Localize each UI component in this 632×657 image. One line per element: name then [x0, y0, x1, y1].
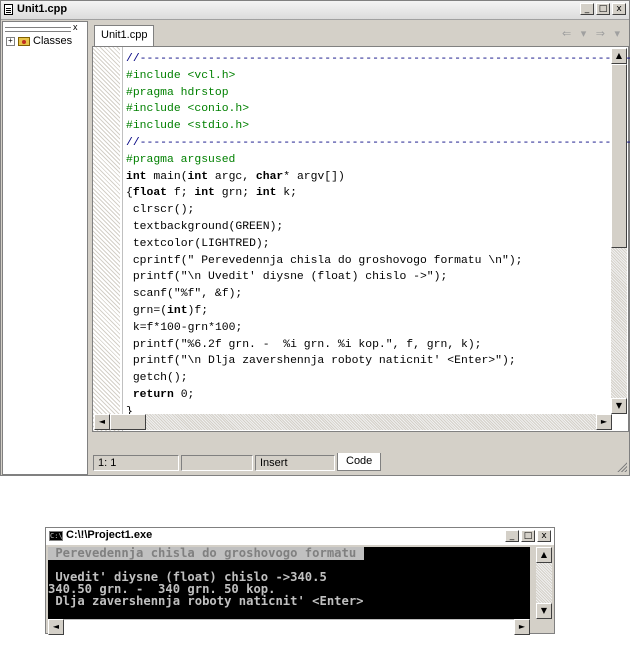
close-button[interactable]: x: [612, 3, 626, 15]
scroll-right-button[interactable]: ►: [596, 414, 612, 430]
ide-window-controls: _ □ x: [580, 3, 626, 15]
code-line[interactable]: clrscr();: [126, 202, 632, 219]
console-line: Dlja zavershennja roboty naticnit' <Ente…: [48, 594, 364, 608]
code-line[interactable]: {float f; int grn; int k;: [126, 185, 632, 202]
code-line[interactable]: //--------------------------------------…: [126, 135, 632, 152]
ide-title-bar[interactable]: Unit1.cpp _ □ x: [1, 1, 629, 20]
gutter-divider: [122, 47, 123, 431]
code-line[interactable]: printf("\n Dlja zavershennja roboty nati…: [126, 353, 632, 370]
vertical-scroll-thumb[interactable]: [611, 64, 627, 248]
resize-grip[interactable]: [616, 461, 627, 472]
code-line[interactable]: textcolor(LIGHTRED);: [126, 236, 632, 253]
scroll-down-button[interactable]: ▼: [611, 398, 627, 414]
console-window: C:\ C:\!\Project1.exe _ □ x Perevedennja…: [45, 527, 555, 635]
folder-icon: [18, 36, 30, 46]
console-vertical-scrollbar[interactable]: ▲ ▼: [536, 547, 552, 619]
console-close-button[interactable]: x: [537, 530, 551, 542]
document-icon: [4, 4, 13, 15]
code-line[interactable]: getch();: [126, 370, 632, 387]
code-line[interactable]: //--------------------------------------…: [126, 51, 632, 68]
maximize-button[interactable]: □: [596, 3, 610, 15]
console-icon: C:\: [49, 531, 63, 541]
code-line[interactable]: printf("%6.2f grn. - %i grn. %i kop.", f…: [126, 337, 632, 354]
cursor-position: 1: 1: [93, 455, 179, 471]
code-line[interactable]: int main(int argc, char* argv[]): [126, 169, 632, 186]
history-nav-arrows[interactable]: ⇐ ▾ ⇒ ▾: [562, 27, 623, 40]
code-line[interactable]: cprintf(" Perevedennja chisla do groshov…: [126, 253, 632, 270]
code-line[interactable]: #pragma hdrstop: [126, 85, 632, 102]
code-line[interactable]: printf("\n Uvedit' diysne (float) chislo…: [126, 269, 632, 286]
horizontal-scroll-thumb[interactable]: [110, 414, 146, 430]
insert-mode: Insert: [255, 455, 335, 471]
minimize-button[interactable]: _: [580, 3, 594, 15]
console-scroll-up-button[interactable]: ▲: [536, 547, 552, 563]
code-line[interactable]: scanf("%f", &f);: [126, 286, 632, 303]
console-title-bar[interactable]: C:\ C:\!\Project1.exe _ □ x: [46, 528, 554, 545]
console-window-title: C:\!\Project1.exe: [66, 529, 153, 541]
editor-tab-strip: Unit1.cpp ⇐ ▾ ⇒ ▾: [91, 21, 629, 46]
console-window-controls: _ □ x: [505, 530, 551, 542]
console-horizontal-scrollbar[interactable]: ◄ ►: [48, 619, 530, 635]
code-line[interactable]: #include <vcl.h>: [126, 68, 632, 85]
code-line[interactable]: #pragma argsused: [126, 152, 632, 169]
vertical-scrollbar[interactable]: ▲ ▼: [611, 48, 627, 414]
pane-grip[interactable]: [5, 24, 71, 32]
tree-node-label: Classes: [33, 35, 73, 47]
status-empty-panel: [181, 455, 253, 471]
code-line[interactable]: textbackground(GREEN);: [126, 219, 632, 236]
pane-close-button[interactable]: x: [73, 22, 78, 32]
expand-icon[interactable]: +: [6, 36, 15, 46]
tab-code[interactable]: Code: [337, 453, 382, 471]
code-line[interactable]: k=f*100-grn*100;: [126, 320, 632, 337]
console-scroll-right-button[interactable]: ►: [514, 619, 530, 635]
code-line[interactable]: #include <stdio.h>: [126, 118, 632, 135]
console-minimize-button[interactable]: _: [505, 530, 519, 542]
status-bar: 1: 1 Insert Code: [91, 453, 629, 474]
console-line: Perevedennja chisla do groshovogo format…: [48, 547, 364, 560]
code-line[interactable]: return 0;: [126, 387, 632, 404]
code-line[interactable]: #include <conio.h>: [126, 101, 632, 118]
console-scroll-down-button[interactable]: ▼: [536, 603, 552, 619]
code-line[interactable]: grn=(int)f;: [126, 303, 632, 320]
horizontal-scrollbar[interactable]: ◄ ►: [94, 414, 612, 430]
ide-window-title: Unit1.cpp: [17, 3, 68, 15]
scroll-left-button[interactable]: ◄: [94, 414, 110, 430]
console-output[interactable]: Perevedennja chisla do groshovogo format…: [48, 547, 530, 619]
console-maximize-button[interactable]: □: [521, 530, 535, 542]
ide-window: Unit1.cpp _ □ x x + Classes Unit1.cpp ⇐ …: [0, 0, 632, 476]
source-code[interactable]: //--------------------------------------…: [126, 51, 632, 421]
scroll-up-button[interactable]: ▲: [611, 48, 627, 64]
tab-unit1-cpp[interactable]: Unit1.cpp: [94, 25, 155, 46]
class-explorer-pane: x + Classes: [2, 21, 88, 475]
code-editor[interactable]: //--------------------------------------…: [92, 46, 632, 432]
tree-node-classes[interactable]: + Classes: [6, 35, 72, 47]
console-scroll-left-button[interactable]: ◄: [48, 619, 64, 635]
editor-gutter[interactable]: [93, 47, 120, 431]
